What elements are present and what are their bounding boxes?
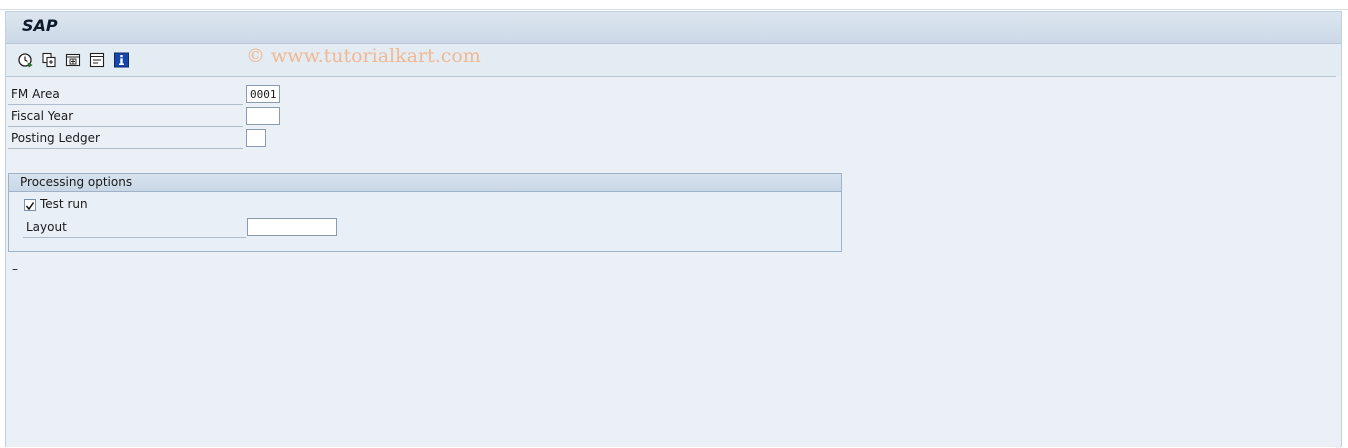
test-run-label: Test run [40, 197, 88, 211]
information-button[interactable] [113, 52, 130, 68]
selection-options-icon [89, 52, 105, 68]
row-divider [8, 104, 243, 105]
top-divider [0, 9, 1348, 10]
dynamic-selections-button[interactable] [65, 52, 82, 68]
selection-options-button[interactable] [89, 52, 106, 68]
fiscal-year-label: Fiscal Year [11, 109, 74, 123]
get-variant-icon [42, 52, 56, 68]
window-title: SAP [22, 16, 58, 35]
fm-area-field[interactable]: 0001 [246, 85, 280, 103]
posting-ledger-row: Posting Ledger [8, 128, 281, 149]
row-divider [8, 126, 243, 127]
posting-ledger-label: Posting Ledger [11, 131, 100, 145]
layout-label: Layout [26, 220, 67, 234]
processing-options-header: Processing options [9, 174, 841, 192]
sap-window: SAP © www.tutorialkart.com FM Area 0001 … [5, 11, 1342, 448]
execute-button[interactable] [17, 52, 34, 68]
fm-area-label: FM Area [11, 87, 60, 101]
fm-area-row: FM Area [8, 84, 281, 105]
status-text: – [12, 262, 18, 276]
processing-options-group: Processing options Test run Layout [8, 173, 842, 252]
checkmark-icon [25, 202, 35, 211]
test-run-checkbox[interactable] [24, 199, 36, 211]
layout-field[interactable] [247, 218, 337, 236]
fiscal-year-field[interactable] [246, 107, 280, 125]
watermark-text: © www.tutorialkart.com [246, 45, 481, 67]
dynamic-selections-icon [65, 53, 81, 67]
row-divider [8, 148, 243, 149]
title-bar: SAP [6, 12, 1341, 44]
right-edge [1336, 76, 1341, 448]
posting-ledger-field[interactable] [246, 129, 266, 147]
fiscal-year-row: Fiscal Year [8, 106, 281, 127]
processing-options-title: Processing options [20, 175, 133, 189]
get-variant-button[interactable] [41, 52, 58, 68]
execute-clock-icon [18, 53, 33, 68]
info-icon [114, 52, 129, 68]
application-toolbar: © www.tutorialkart.com [6, 44, 1341, 77]
row-divider [23, 237, 246, 238]
